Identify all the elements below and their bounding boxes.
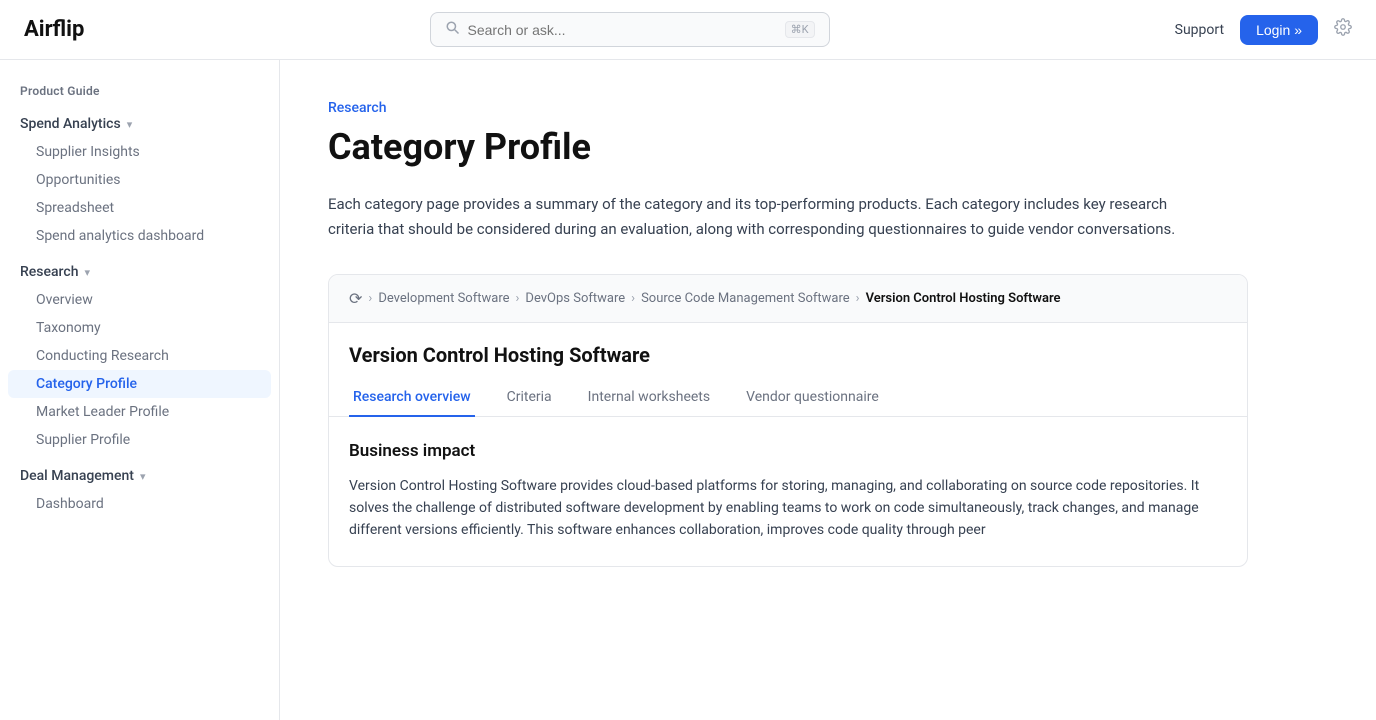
research-label: Research <box>20 264 78 280</box>
sidebar-item-market-leader-profile[interactable]: Market Leader Profile <box>0 398 279 426</box>
sidebar-item-overview[interactable]: Overview <box>0 286 279 314</box>
product-guide-label: Product Guide <box>0 80 279 110</box>
category-card: ⟳ › Development Software › DevOps Softwa… <box>328 274 1248 567</box>
breadcrumb-sep-4: › <box>856 291 860 306</box>
header: Airflip ⌘K Support Login » <box>0 0 1376 60</box>
chevron-down-icon-research: ▾ <box>84 266 90 279</box>
breadcrumb-sep-1: › <box>368 291 372 306</box>
chevron-down-icon-deal: ▾ <box>140 470 146 483</box>
home-icon: ⟳ <box>349 289 362 308</box>
deal-management-items: Dashboard <box>0 490 279 518</box>
sidebar-item-opportunities[interactable]: Opportunities <box>0 166 279 194</box>
bc-source-code-management[interactable]: Source Code Management Software <box>641 291 850 306</box>
card-title: Version Control Hosting Software <box>329 323 1247 367</box>
tab-vendor-questionnaire[interactable]: Vendor questionnaire <box>742 379 883 417</box>
tab-internal-worksheets[interactable]: Internal worksheets <box>584 379 714 417</box>
sidebar-item-dashboard[interactable]: Dashboard <box>0 490 279 518</box>
bc-development-software[interactable]: Development Software <box>378 291 509 306</box>
sidebar-item-taxonomy[interactable]: Taxonomy <box>0 314 279 342</box>
sidebar-item-conducting-research[interactable]: Conducting Research <box>0 342 279 370</box>
login-button[interactable]: Login » <box>1240 15 1318 45</box>
card-content: Business impact Version Control Hosting … <box>329 417 1247 566</box>
search-input[interactable] <box>468 22 777 38</box>
search-bar[interactable]: ⌘K <box>430 12 830 47</box>
card-breadcrumb: ⟳ › Development Software › DevOps Softwa… <box>329 275 1247 323</box>
main-content: Research Category Profile Each category … <box>280 60 1376 720</box>
search-kbd: ⌘K <box>785 21 815 38</box>
sidebar: Product Guide Spend Analytics ▾ Supplier… <box>0 60 280 720</box>
sidebar-item-spend-analytics-dashboard[interactable]: Spend analytics dashboard <box>0 222 279 250</box>
sidebar-group-research[interactable]: Research ▾ <box>0 258 279 286</box>
sidebar-group-spend-analytics[interactable]: Spend Analytics ▾ <box>0 110 279 138</box>
sidebar-item-spreadsheet[interactable]: Spreadsheet <box>0 194 279 222</box>
sidebar-item-supplier-insights[interactable]: Supplier Insights <box>0 138 279 166</box>
page-description: Each category page provides a summary of… <box>328 192 1188 242</box>
tab-research-overview[interactable]: Research overview <box>349 379 475 417</box>
layout: Product Guide Spend Analytics ▾ Supplier… <box>0 60 1376 720</box>
breadcrumb-sep-3: › <box>631 291 635 306</box>
sidebar-item-supplier-profile[interactable]: Supplier Profile <box>0 426 279 454</box>
section-text: Version Control Hosting Software provide… <box>349 475 1227 542</box>
sidebar-group-deal-management[interactable]: Deal Management ▾ <box>0 462 279 490</box>
card-tabs: Research overview Criteria Internal work… <box>329 379 1247 417</box>
spend-analytics-label: Spend Analytics <box>20 116 121 132</box>
search-icon <box>445 20 460 39</box>
deal-management-label: Deal Management <box>20 468 134 484</box>
chevron-down-icon: ▾ <box>127 118 133 131</box>
header-right: Support Login » <box>1175 15 1352 45</box>
breadcrumb-sep-2: › <box>516 291 520 306</box>
spend-analytics-items: Supplier Insights Opportunities Spreadsh… <box>0 138 279 250</box>
support-link[interactable]: Support <box>1175 22 1224 38</box>
sidebar-item-category-profile[interactable]: Category Profile <box>8 370 271 398</box>
section-title: Business impact <box>349 441 1227 461</box>
tab-criteria[interactable]: Criteria <box>503 379 556 417</box>
bc-version-control[interactable]: Version Control Hosting Software <box>866 291 1061 306</box>
logo: Airflip <box>24 17 84 42</box>
settings-icon[interactable] <box>1334 18 1352 41</box>
bc-devops-software[interactable]: DevOps Software <box>525 291 625 306</box>
breadcrumb-top[interactable]: Research <box>328 100 1328 116</box>
page-title: Category Profile <box>328 126 1328 168</box>
research-items: Overview Taxonomy Conducting Research Ca… <box>0 286 279 454</box>
